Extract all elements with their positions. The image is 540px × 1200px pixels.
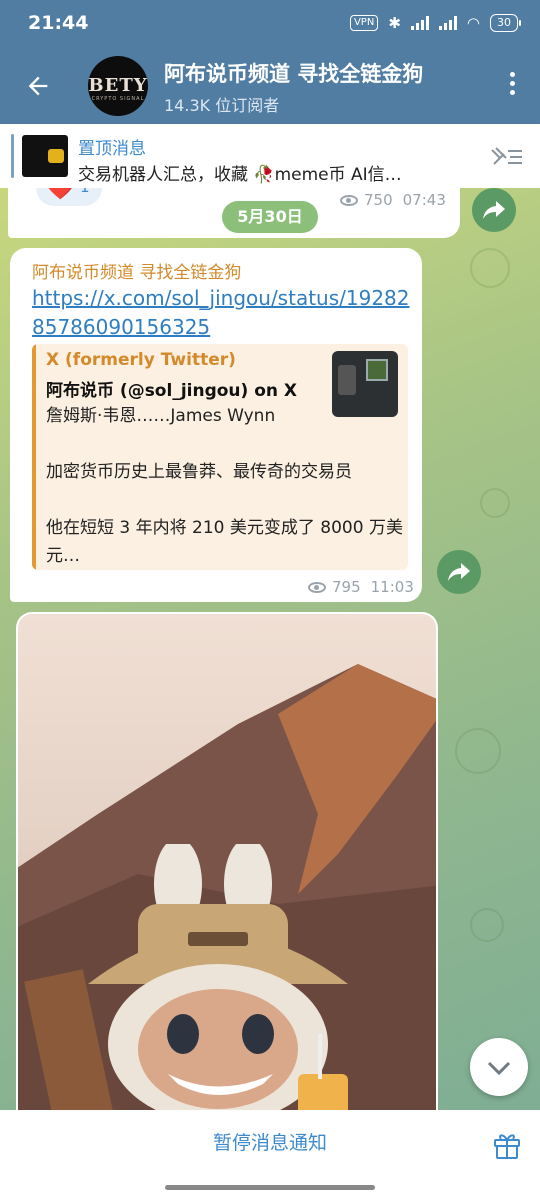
toy-figure [24, 844, 348, 1110]
battery-icon: 30 [490, 14, 521, 32]
message-link[interactable]: https://x.com/sol_jingou/status/19282857… [32, 284, 412, 342]
wallpaper-doodle [470, 908, 504, 942]
message-time: 11:03 [370, 578, 414, 596]
status-time: 21:44 [28, 12, 89, 34]
forward-button[interactable] [472, 188, 516, 232]
status-bar: 21:44 VPN ✱ ◠ 30 [0, 0, 540, 50]
pinned-text: 交易机器人汇总，收藏 🥀meme币 AI信… [78, 165, 402, 185]
more-menu-button[interactable] [506, 72, 518, 102]
status-icons: VPN ✱ ◠ 30 [349, 14, 521, 32]
app-bar: BETY CRYPTO SIGNAL 阿布说币频道 寻找全链金狗 14.3K 位… [0, 50, 540, 124]
gift-button[interactable] [492, 1130, 522, 1160]
photo-message[interactable] [16, 612, 438, 1110]
view-count: 750 [364, 191, 393, 209]
share-icon [448, 563, 470, 581]
preview-accent-bar [32, 344, 36, 570]
vpn-badge: VPN [349, 15, 379, 31]
scroll-down-button[interactable] [470, 1038, 528, 1096]
reaction-count: 1 [80, 188, 90, 196]
preview-thumbnail [332, 351, 398, 417]
message-meta: 750 07:43 [340, 191, 446, 209]
chat-area[interactable]: ❤️ 1 750 07:43 5月30日 阿布说币频道 寻找全链金狗 https… [0, 188, 540, 1110]
view-count: 795 [332, 578, 361, 596]
views-icon [308, 581, 326, 593]
wallpaper-doodle [470, 248, 510, 288]
signal-1-icon [410, 16, 429, 30]
mute-notifications-button[interactable]: 暂停消息通知 [0, 1128, 540, 1155]
channel-avatar[interactable]: BETY CRYPTO SIGNAL [88, 56, 148, 116]
more-vertical-icon [509, 72, 515, 77]
message-photo[interactable] [18, 614, 436, 1110]
signal-2-icon [438, 16, 457, 30]
unpin-button[interactable] [488, 144, 524, 170]
bottom-bar: 暂停消息通知 [0, 1110, 540, 1200]
preview-site-name: X (formerly Twitter) [46, 350, 236, 370]
chevron-down-icon [487, 1061, 511, 1076]
top-bar: 21:44 VPN ✱ ◠ 30 BETY CRYPTO SIGNAL 阿布说币… [0, 0, 540, 124]
avatar-logo-subtext: CRYPTO SIGNAL [91, 95, 145, 102]
wallpaper-doodle [455, 728, 501, 774]
back-button[interactable] [20, 68, 56, 104]
home-indicator [165, 1185, 375, 1190]
pinned-indicator [11, 134, 14, 178]
pinned-thumbnail [22, 135, 68, 177]
views-icon [340, 194, 358, 206]
message-time: 07:43 [402, 191, 446, 209]
pinned-label: 置顶消息 [78, 139, 146, 159]
avatar-logo-text: BETY [88, 74, 148, 96]
share-icon [483, 201, 505, 219]
subscriber-count: 14.3K 位订阅者 [164, 96, 280, 115]
date-pill: 5月30日 [222, 201, 318, 233]
message-meta: 795 11:03 [308, 578, 414, 596]
wifi-icon: ◠ [466, 14, 480, 32]
arrow-left-icon [28, 76, 48, 96]
preview-description: 詹姆斯·韦恩……James Wynn 加密货币历史上最鲁莽、最传奇的交易员 他在… [46, 406, 403, 566]
sender-name: 阿布说币频道 寻找全链金狗 [32, 263, 242, 283]
preview-title: 阿布说币 (@sol_jingou) on X [46, 381, 298, 401]
wallpaper-doodle [480, 488, 510, 518]
gift-icon [494, 1134, 520, 1159]
forward-button[interactable] [437, 550, 481, 594]
unpin-icon [491, 147, 522, 165]
bluetooth-icon: ✱ [388, 14, 401, 32]
message-bubble[interactable]: 阿布说币频道 寻找全链金狗 https://x.com/sol_jingou/s… [10, 248, 422, 602]
heart-icon: ❤️ [44, 188, 76, 202]
link-preview[interactable]: X (formerly Twitter) 阿布说币 (@sol_jingou) … [32, 344, 408, 570]
reaction-chip[interactable]: ❤️ 1 [36, 188, 102, 206]
pinned-message-bar[interactable]: 置顶消息 交易机器人汇总，收藏 🥀meme币 AI信… [0, 124, 540, 188]
channel-title[interactable]: 阿布说币频道 寻找全链金狗 [164, 58, 423, 88]
